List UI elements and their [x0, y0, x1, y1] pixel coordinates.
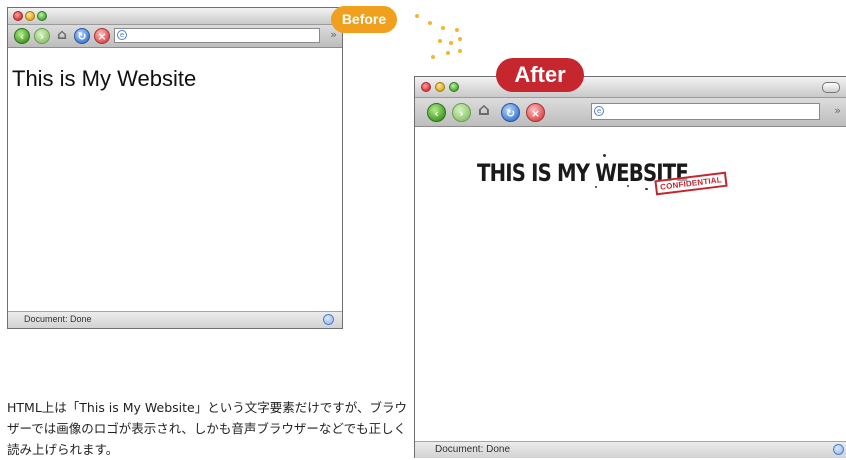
- connector-dot: [438, 39, 442, 43]
- back-icon[interactable]: ‹: [427, 103, 446, 122]
- globe-icon: e: [117, 30, 127, 40]
- toolbar: ‹ › ⌂ ↻ × e »: [8, 25, 342, 48]
- site-logo: THIS IS MY WEBSITE CONFIDENTIAL: [477, 154, 737, 198]
- page-content: This is My Website: [8, 48, 342, 312]
- connector-dot: [458, 49, 462, 53]
- status-bar: Document: Done: [415, 441, 846, 458]
- reload-icon[interactable]: ↻: [501, 103, 520, 122]
- connector-dot: [441, 26, 445, 30]
- toolbar: ‹ › ⌂ ↻ × e »: [415, 98, 846, 127]
- ink-splatter: [645, 188, 648, 190]
- globe-icon: [323, 314, 334, 325]
- after-badge: After: [496, 58, 584, 92]
- overflow-chevron-icon[interactable]: »: [834, 104, 841, 117]
- close-window-button[interactable]: [13, 11, 23, 21]
- connector-dot: [458, 37, 462, 41]
- minimize-window-button[interactable]: [435, 82, 445, 92]
- toolbar-toggle-button[interactable]: [822, 82, 840, 93]
- address-bar[interactable]: e: [591, 103, 820, 120]
- zoom-window-button[interactable]: [449, 82, 459, 92]
- after-browser-window: ‹ › ⌂ ↻ × e » THIS IS MY WEBSITE CONFIDE…: [414, 76, 846, 458]
- connector-dot: [428, 21, 432, 25]
- status-text: Document: Done: [24, 314, 92, 324]
- minimize-window-button[interactable]: [25, 11, 35, 21]
- back-icon[interactable]: ‹: [14, 28, 30, 44]
- page-heading: This is My Website: [12, 66, 197, 91]
- forward-icon[interactable]: ›: [34, 28, 50, 44]
- ink-splatter: [603, 154, 606, 157]
- status-text: Document: Done: [435, 444, 511, 455]
- zoom-window-button[interactable]: [37, 11, 47, 21]
- forward-icon[interactable]: ›: [452, 103, 471, 122]
- address-bar[interactable]: e: [114, 28, 320, 43]
- before-badge: Before: [331, 6, 397, 33]
- home-icon[interactable]: ⌂: [54, 28, 70, 44]
- status-bar: Document: Done: [8, 311, 342, 328]
- caption-text: HTML上は「This is My Website」という文字要素だけですが、ブ…: [7, 400, 407, 457]
- close-window-button[interactable]: [421, 82, 431, 92]
- home-icon[interactable]: ⌂: [476, 102, 492, 119]
- before-browser-window: ‹ › ⌂ ↻ × e » This is My Website Documen…: [7, 7, 343, 329]
- globe-icon: e: [594, 106, 604, 116]
- connector-dot: [446, 51, 450, 55]
- stop-icon[interactable]: ×: [94, 28, 110, 44]
- stop-icon[interactable]: ×: [526, 103, 545, 122]
- reload-icon[interactable]: ↻: [74, 28, 90, 44]
- connector-dot: [455, 28, 459, 32]
- title-bar: [415, 77, 846, 98]
- globe-icon: [833, 444, 844, 455]
- connector-dot: [431, 55, 435, 59]
- title-bar: [8, 8, 342, 25]
- page-content: THIS IS MY WEBSITE CONFIDENTIAL: [415, 127, 846, 442]
- connector-dot: [415, 14, 419, 18]
- connector-dot: [449, 41, 453, 45]
